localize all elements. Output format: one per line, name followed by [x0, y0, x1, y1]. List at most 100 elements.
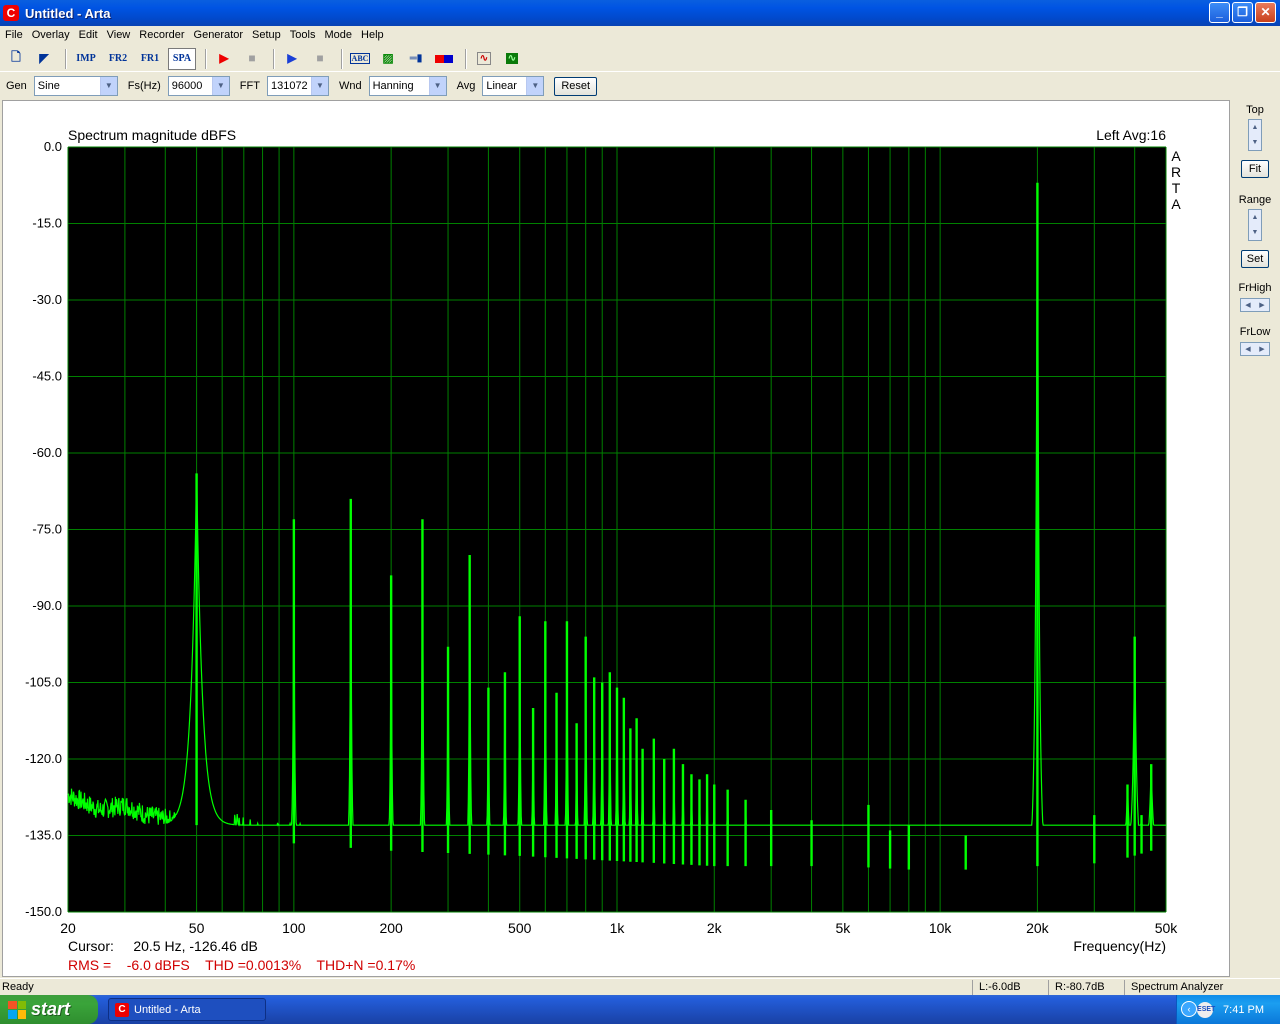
- analyzer-controls: Gen Sine ▼ Fs(Hz) 96000 ▼ FFT 131072 ▼ Wnd …: [0, 74, 1280, 98]
- clock[interactable]: 7:41 PM: [1223, 1004, 1264, 1016]
- down-arrow-icon[interactable]: ▼: [1252, 139, 1259, 146]
- x-tick-label: 5k: [835, 920, 851, 936]
- chevron-down-icon[interactable]: ▼: [526, 77, 544, 95]
- spectrum-chart[interactable]: 0.0 -15.0 -30.0 -45.0 -60.0 -75.0 -90.0 -105.0 -…: [3, 101, 1229, 976]
- left-arrow-icon[interactable]: ◀: [1245, 345, 1250, 353]
- averaging-select[interactable]: Linear ▼: [482, 76, 545, 96]
- close-button[interactable]: ✕: [1255, 2, 1276, 23]
- window-select[interactable]: Hanning ▼: [368, 76, 447, 96]
- fr1-mode-button[interactable]: FR1: [136, 48, 164, 70]
- record-button[interactable]: ▶: [212, 48, 236, 70]
- toolbar-separator: [341, 48, 343, 69]
- pattern-button[interactable]: ▨: [376, 48, 400, 70]
- generator-play-button[interactable]: ▶: [280, 48, 304, 70]
- open-arrow-icon: ◤: [39, 51, 49, 65]
- hatch-pattern-icon: ▨: [382, 51, 394, 65]
- reset-button[interactable]: Reset: [554, 76, 598, 96]
- abc-button[interactable]: ABC: [348, 48, 372, 70]
- status-bar: Ready L:-6.0dB R:-80.7dB Spectrum Analyz…: [0, 978, 1280, 995]
- scope-button[interactable]: ∿: [500, 48, 524, 70]
- fft-size-select[interactable]: 131072 ▼: [266, 76, 329, 96]
- tray-expand-icon[interactable]: ‹: [1181, 1001, 1197, 1017]
- restore-button[interactable]: ❐: [1232, 2, 1253, 23]
- x-tick-label: 50: [189, 920, 205, 936]
- toolbar-separator: [465, 48, 467, 69]
- arta-app-icon[interactable]: C: [3, 5, 19, 21]
- generator-stop-button[interactable]: ■: [308, 48, 332, 70]
- color-bar-button[interactable]: [432, 48, 456, 70]
- x-axis-label: Frequency(Hz): [1073, 938, 1166, 954]
- title-bar[interactable]: C Untitled - Arta _ ❐ ✕: [0, 0, 1280, 26]
- new-file-button[interactable]: 🗋: [4, 48, 28, 70]
- down-arrow-icon[interactable]: ▼: [1252, 229, 1259, 236]
- impulse-mode-button[interactable]: IMP: [72, 48, 100, 70]
- signal-scope-button[interactable]: ∿: [472, 48, 496, 70]
- cursor-readout: Cursor: 20.5 Hz, -126.46 dB: [68, 938, 258, 954]
- stop-record-button[interactable]: ■: [240, 48, 264, 70]
- frlow-spinner[interactable]: ◀ ▶: [1240, 342, 1270, 356]
- x-tick-label: 100: [282, 920, 306, 936]
- range-spinner[interactable]: ▲ ▼: [1248, 209, 1262, 241]
- top-spinner[interactable]: ▲ ▼: [1248, 119, 1262, 151]
- status-mode: Spectrum Analyzer: [1124, 979, 1264, 995]
- up-arrow-icon[interactable]: ▲: [1252, 214, 1259, 221]
- toolbar: 🗋 ◤ IMP FR2 FR1 SPA ▶ ■ ▶ ■ ABC ▨ ═▮ ∿ ∿: [0, 46, 1280, 72]
- menu-view[interactable]: View: [104, 29, 134, 41]
- chevron-down-icon[interactable]: ▼: [211, 77, 229, 95]
- fit-button[interactable]: Fit: [1241, 160, 1269, 178]
- menu-file[interactable]: File: [2, 29, 26, 41]
- spectrum-plot-panel[interactable]: 0.0 -15.0 -30.0 -45.0 -60.0 -75.0 -90.0 -105.0 -…: [2, 100, 1230, 977]
- fs-label: Fs(Hz): [127, 80, 161, 92]
- rms-thd-readout: RMS = -6.0 dBFS THD =0.0013% THD+N =0.17…: [68, 957, 415, 973]
- menu-edit[interactable]: Edit: [76, 29, 101, 41]
- right-arrow-icon[interactable]: ▶: [1259, 301, 1264, 309]
- up-arrow-icon[interactable]: ▲: [1252, 124, 1259, 131]
- play-icon: ▶: [287, 51, 297, 65]
- status-ready: Ready: [2, 980, 34, 993]
- sample-rate-value: 96000: [171, 80, 203, 92]
- menu-mode[interactable]: Mode: [321, 29, 355, 41]
- window-label: Wnd: [338, 80, 362, 92]
- menu-recorder[interactable]: Recorder: [136, 29, 187, 41]
- y-tick-label: 0.0: [44, 139, 62, 154]
- windows-logo-icon: [8, 1000, 26, 1019]
- window-value: Hanning: [372, 80, 414, 92]
- taskbar-item-arta[interactable]: C Untitled - Arta: [108, 998, 266, 1021]
- x-tick-label: 1k: [610, 920, 626, 936]
- y-tick-label: -120.0: [25, 751, 62, 766]
- y-tick-label: -60.0: [32, 445, 62, 460]
- frhigh-spinner[interactable]: ◀ ▶: [1240, 298, 1270, 312]
- start-button[interactable]: start: [0, 995, 98, 1024]
- left-arrow-icon[interactable]: ◀: [1245, 301, 1250, 309]
- averaging-value: Linear: [486, 80, 517, 92]
- chevron-down-icon[interactable]: ▼: [310, 77, 328, 95]
- x-tick-label: 200: [379, 920, 403, 936]
- side-label-letter: A: [1171, 196, 1181, 212]
- open-file-button[interactable]: ◤: [32, 48, 56, 70]
- fr2-mode-button[interactable]: FR2: [104, 48, 132, 70]
- menu-setup[interactable]: Setup: [249, 29, 284, 41]
- toolbar-separator: [273, 48, 275, 69]
- menu-bar: File Overlay Edit View Recorder Generato…: [0, 26, 1280, 44]
- status-left-level: L:-6.0dB: [972, 979, 1048, 995]
- set-button[interactable]: Set: [1241, 250, 1269, 268]
- taskbar-item-label: Untitled - Arta: [134, 1003, 201, 1016]
- chevron-down-icon[interactable]: ▼: [428, 77, 446, 95]
- frhigh-label: FrHigh: [1238, 282, 1272, 294]
- generator-select[interactable]: Sine ▼: [33, 76, 118, 96]
- sample-rate-select[interactable]: 96000 ▼: [167, 76, 230, 96]
- right-arrow-icon[interactable]: ▶: [1259, 345, 1264, 353]
- chevron-down-icon[interactable]: ▼: [99, 77, 117, 95]
- slider-button[interactable]: ═▮: [404, 48, 428, 70]
- menu-help[interactable]: Help: [358, 29, 387, 41]
- eset-tray-icon[interactable]: ESET: [1197, 1001, 1215, 1018]
- color-bar-icon: [435, 54, 453, 63]
- top-label: Top: [1246, 104, 1264, 116]
- spectrum-mode-button[interactable]: SPA: [168, 47, 196, 70]
- menu-generator[interactable]: Generator: [191, 29, 247, 41]
- avg-label: Avg: [456, 80, 476, 92]
- scale-panel: Top ▲ ▼ Fit Range ▲ ▼ Set FrHigh ◀ ▶ FrLow …: [1232, 100, 1278, 977]
- menu-tools[interactable]: Tools: [287, 29, 319, 41]
- menu-overlay[interactable]: Overlay: [29, 29, 73, 41]
- minimize-button[interactable]: _: [1209, 2, 1230, 23]
